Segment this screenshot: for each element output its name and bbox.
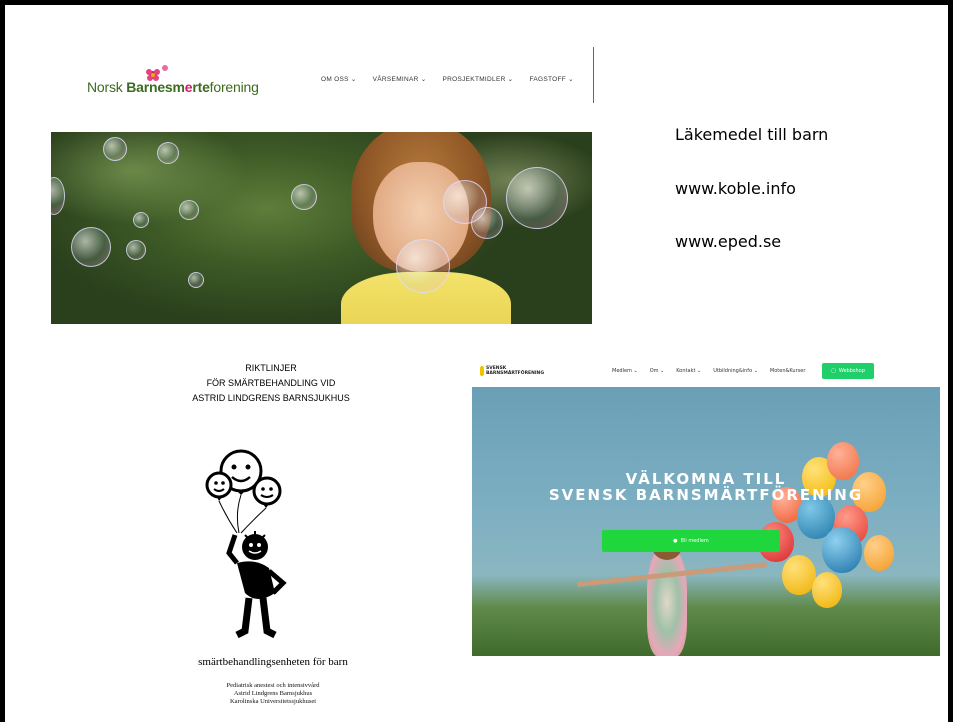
hero-title-line-2: SVENSK BARNSMÄRTFÖRENING — [548, 486, 864, 504]
document-title: RIKTLINJER FÖR SMÄRTBEHANDLING VID ASTRI… — [151, 361, 391, 406]
bli-medlem-label: Bli medlem — [680, 538, 709, 544]
norsk-website-header: Norsk Barnesmerteforening OM OSS ⌄ VÅRSE… — [51, 45, 594, 137]
bubbles-hero-image — [51, 132, 592, 324]
doc-footer-line-3: Karolinska Universitetssjukhuset — [229, 698, 317, 705]
nav-om[interactable]: Om ⌄ — [650, 368, 665, 374]
balloon — [864, 535, 894, 571]
hero-title-line-1: VÄLKOMNA TILL — [625, 470, 787, 488]
cart-icon: ▢ — [831, 368, 836, 374]
doc-footer-line-2: Astrid Lindgrens Barnsjukhus — [233, 690, 313, 697]
webbshop-button[interactable]: ▢ Webbshop — [822, 363, 874, 379]
user-icon: ● — [673, 538, 678, 544]
child-with-balloons-illustration — [205, 449, 287, 639]
bli-medlem-button[interactable]: ● Bli medlem — [602, 530, 780, 552]
nav-moten-kurser[interactable]: Moten&Kurser — [770, 368, 805, 374]
nav-medlem[interactable]: Medlem ⌄ — [612, 368, 638, 374]
norsk-nav: OM OSS ⌄ VÅRSEMINAR ⌄ PROSJEKTMIDLER ⌄ F… — [321, 75, 574, 83]
document-footer: Pediatrisk anestesi och intensivvård Ast… — [113, 682, 433, 706]
svensk-logo[interactable]: SVENSK BARNSMÄRTFÖRENING — [480, 366, 545, 376]
bubble — [291, 184, 317, 210]
text-lakemedel: Läkemedel till barn — [675, 125, 829, 144]
norsk-logo-text[interactable]: Norsk Barnesmerteforening — [87, 79, 259, 95]
svensk-logo-icon — [480, 366, 484, 376]
logo-prefix: Norsk — [87, 79, 127, 95]
balloon — [812, 572, 842, 608]
bubble — [133, 212, 149, 228]
child-figure — [647, 547, 687, 656]
big-bubble — [396, 239, 450, 293]
bubble — [126, 240, 146, 260]
svensk-hero: VÄLKOMNA TILL SVENSK BARNSMÄRTFÖRENING ●… — [472, 387, 940, 656]
bubble — [188, 272, 204, 288]
doc-title-line-1: RIKTLINJER — [245, 363, 297, 373]
bubble — [506, 167, 568, 229]
logo-bold-2: rte — [192, 79, 210, 95]
doc-title-line-2: FÖR SMÄRTBEHANDLING VID — [206, 378, 336, 388]
nav-utbildning[interactable]: Utbildning&info ⌄ — [713, 368, 758, 374]
svensk-header: SVENSK BARNSMÄRTFÖRENING Medlem ⌄ Om ⌄ K… — [472, 355, 940, 387]
bubble — [471, 207, 503, 239]
divider-line — [593, 47, 594, 103]
logo-suffix: forening — [209, 79, 259, 95]
nav-om-oss[interactable]: OM OSS ⌄ — [321, 75, 357, 83]
svensk-nav: Medlem ⌄ Om ⌄ Kontakt ⌄ Utbildning&info … — [612, 368, 805, 374]
bubble — [103, 137, 127, 161]
svensk-website-screenshot: SVENSK BARNSMÄRTFÖRENING Medlem ⌄ Om ⌄ K… — [472, 355, 940, 656]
link-koble[interactable]: www.koble.info — [675, 179, 796, 198]
nav-prosjektmidler[interactable]: PROSJEKTMIDLER ⌄ — [443, 75, 514, 83]
balloon — [822, 527, 862, 573]
doc-footer-line-1: Pediatrisk anestesi och intensivvård — [226, 682, 320, 689]
balloon — [782, 555, 816, 595]
logo-bold: Barnesm — [126, 79, 185, 95]
nav-kontakt[interactable]: Kontakt ⌄ — [676, 368, 701, 374]
doc-title-line-3: ASTRID LINDGRENS BARNSJUKHUS — [192, 393, 350, 403]
nav-fagstoff[interactable]: FAGSTOFF ⌄ — [529, 75, 573, 83]
presentation-slide: Norsk Barnesmerteforening OM OSS ⌄ VÅRSE… — [5, 5, 948, 722]
bubble — [71, 227, 111, 267]
svensk-hero-title: VÄLKOMNA TILL SVENSK BARNSMÄRTFÖRENING — [472, 471, 940, 503]
svensk-logo-line-2: BARNSMÄRTFÖRENING — [486, 371, 545, 376]
webbshop-label: Webbshop — [838, 368, 865, 374]
link-eped[interactable]: www.eped.se — [675, 232, 781, 251]
nav-varseminar[interactable]: VÅRSEMINAR ⌄ — [373, 75, 427, 83]
bubble — [179, 200, 199, 220]
bubble — [157, 142, 179, 164]
document-unit: smärtbehandlingsenheten för barn — [198, 656, 348, 668]
